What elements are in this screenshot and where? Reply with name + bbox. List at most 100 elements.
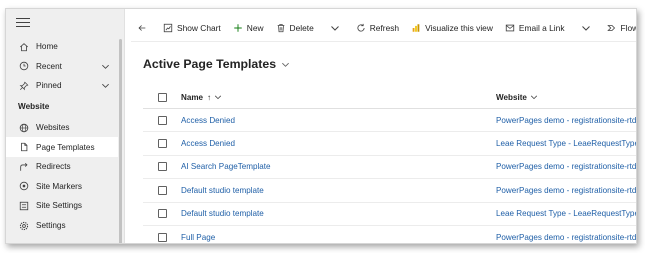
gear-icon — [18, 220, 30, 232]
sidebar-item-settings[interactable]: Settings — [6, 216, 118, 236]
sidebar-item-label: Settings — [36, 221, 66, 231]
refresh-label: Refresh — [369, 22, 400, 33]
column-header-name[interactable]: Name ↑ — [181, 93, 222, 102]
table-row[interactable]: Default studio template PowerPages demo … — [143, 179, 636, 203]
sidebar-item-label: Pinned — [36, 81, 62, 91]
show-chart-button[interactable]: Show Chart — [157, 14, 227, 41]
new-label: New — [246, 22, 264, 33]
trash-icon — [277, 23, 284, 32]
sidebar-item-label: Page Templates — [36, 142, 95, 152]
row-checkbox[interactable] — [158, 162, 167, 172]
data-grid: Name ↑ Website Access Denied PowerPages … — [143, 86, 636, 243]
sidebar-item-site-markers[interactable]: Site Markers — [6, 177, 118, 197]
chevron-down-icon — [530, 95, 537, 100]
flow-label: Flow — [620, 22, 637, 33]
chevron-down-icon — [215, 95, 222, 100]
app-window: Home Recent Pinned Website Websites Page… — [5, 8, 637, 244]
column-header-label: Name — [181, 92, 204, 102]
chevron-down-icon[interactable] — [101, 81, 110, 90]
delete-label: Delete — [289, 22, 314, 33]
sidebar-item-page-templates[interactable]: Page Templates — [6, 137, 118, 157]
row-checkbox[interactable] — [158, 139, 167, 149]
refresh-button[interactable]: Refresh — [350, 14, 405, 41]
clock-icon — [18, 60, 30, 72]
redirect-icon — [18, 161, 30, 173]
email-link-label: Email a Link — [518, 22, 565, 33]
hamburger-menu-icon[interactable] — [16, 18, 30, 32]
command-bar: Show Chart New Delete Refresh Visualize … — [131, 14, 636, 42]
select-all-checkbox[interactable] — [158, 92, 167, 102]
row-website-link[interactable]: PowerPages demo - registrationsite-rtd..… — [496, 116, 636, 125]
flow-icon — [606, 24, 615, 31]
row-name-link[interactable]: Default studio template — [181, 186, 264, 195]
sidebar-item-pinned[interactable]: Pinned — [6, 76, 118, 96]
table-row[interactable]: AI Search PageTemplate PowerPages demo -… — [143, 156, 636, 180]
sidebar-item-label: Site Markers — [36, 181, 82, 191]
sidebar-item-label: Site Settings — [36, 201, 82, 211]
sidebar-nav: Home Recent Pinned Website Websites Page… — [6, 37, 118, 235]
site-settings-icon — [18, 200, 30, 212]
document-icon — [18, 141, 30, 153]
main-content: Active Page Templates Name ↑ Website Acc… — [131, 47, 636, 243]
row-name-link[interactable]: AI Search PageTemplate — [181, 162, 271, 171]
sidebar-item-redirects[interactable]: Redirects — [6, 157, 118, 177]
row-checkbox[interactable] — [158, 209, 167, 219]
globe-icon — [18, 122, 30, 134]
chevron-down-icon — [282, 62, 290, 67]
new-button[interactable]: New — [227, 14, 270, 41]
delete-button[interactable]: Delete — [270, 14, 320, 41]
row-name-link[interactable]: Default studio template — [181, 209, 264, 218]
back-arrow-icon — [138, 24, 146, 31]
page-title: Active Page Templates — [143, 57, 277, 71]
plus-icon — [234, 23, 242, 32]
table-row[interactable]: Full Page PowerPages demo - registration… — [143, 226, 636, 243]
column-header-label: Website — [496, 92, 527, 102]
row-website-link[interactable]: PowerPages demo - registrationsite-rtd..… — [496, 233, 636, 242]
pin-icon — [18, 80, 30, 92]
visualize-view-button[interactable]: Visualize this view — [405, 14, 499, 41]
grid-header-row: Name ↑ Website — [143, 86, 636, 109]
chevron-down-icon — [581, 25, 590, 31]
row-checkbox[interactable] — [158, 232, 167, 242]
sidebar-item-label: Home — [36, 42, 58, 52]
chart-icon — [163, 23, 173, 32]
sidebar-item-site-settings[interactable]: Site Settings — [6, 196, 118, 216]
home-icon — [18, 41, 30, 53]
email-link-dropdown[interactable] — [575, 14, 597, 41]
row-website-link[interactable]: Leae Request Type - LeaeRequestType — [496, 139, 636, 148]
sidebar-item-websites[interactable]: Websites — [6, 118, 118, 138]
row-name-link[interactable]: Full Page — [181, 233, 215, 242]
sidebar-section-title: Website — [18, 102, 50, 112]
row-website-link[interactable]: PowerPages demo - registrationsite-rtd..… — [496, 162, 636, 171]
table-row[interactable]: Access Denied Leae Request Type - LeaeRe… — [143, 132, 636, 156]
marker-icon — [18, 180, 30, 192]
sidebar: Home Recent Pinned Website Websites Page… — [6, 9, 125, 243]
row-checkbox[interactable] — [158, 185, 167, 195]
flow-button[interactable]: Flow — [601, 14, 637, 41]
sidebar-scrollbar[interactable] — [119, 39, 122, 243]
row-checkbox[interactable] — [158, 115, 167, 125]
power-bi-icon — [412, 23, 420, 32]
chevron-down-icon[interactable] — [101, 62, 110, 71]
sidebar-item-label: Websites — [36, 123, 70, 133]
back-button[interactable] — [131, 14, 153, 41]
row-name-link[interactable]: Access Denied — [181, 139, 235, 148]
more-commands-dropdown[interactable] — [324, 14, 346, 41]
sidebar-item-recent[interactable]: Recent — [6, 57, 118, 77]
column-header-website[interactable]: Website — [496, 93, 636, 102]
sidebar-item-label: Recent — [36, 61, 62, 71]
email-link-icon — [505, 24, 515, 31]
row-name-link[interactable]: Access Denied — [181, 116, 235, 125]
chevron-down-icon — [330, 25, 339, 31]
sidebar-item-label: Redirects — [36, 162, 71, 172]
show-chart-label: Show Chart — [177, 22, 221, 33]
view-selector[interactable]: Active Page Templates — [143, 57, 290, 71]
visualize-label: Visualize this view — [425, 22, 493, 33]
email-link-button[interactable]: Email a Link — [499, 14, 571, 41]
sort-ascending-icon: ↑ — [207, 92, 212, 102]
table-row[interactable]: Access Denied PowerPages demo - registra… — [143, 109, 636, 133]
row-website-link[interactable]: PowerPages demo - registrationsite-rtd..… — [496, 186, 636, 195]
sidebar-item-home[interactable]: Home — [6, 37, 118, 57]
row-website-link[interactable]: Leae Request Type - LeaeRequestType — [496, 209, 636, 218]
table-row[interactable]: Default studio template Leae Request Typ… — [143, 203, 636, 226]
